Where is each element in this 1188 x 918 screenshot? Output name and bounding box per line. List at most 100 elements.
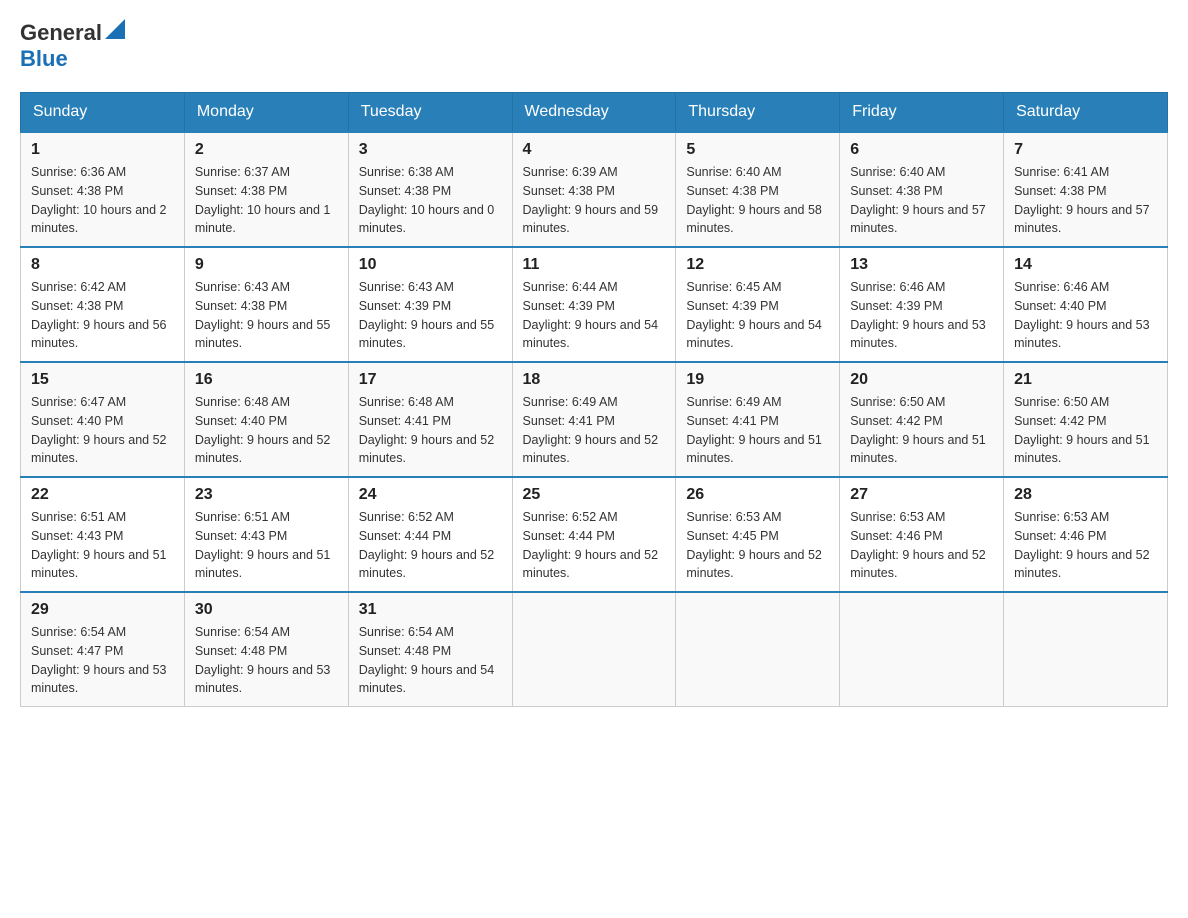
day-number: 11 <box>523 256 666 274</box>
day-number: 15 <box>31 371 174 389</box>
day-number: 25 <box>523 486 666 504</box>
calendar-week-row: 15 Sunrise: 6:47 AM Sunset: 4:40 PM Dayl… <box>21 362 1168 477</box>
day-number: 24 <box>359 486 502 504</box>
day-info: Sunrise: 6:49 AM Sunset: 4:41 PM Dayligh… <box>523 393 666 468</box>
day-number: 19 <box>686 371 829 389</box>
calendar-day-cell: 17 Sunrise: 6:48 AM Sunset: 4:41 PM Dayl… <box>348 362 512 477</box>
day-info: Sunrise: 6:40 AM Sunset: 4:38 PM Dayligh… <box>686 163 829 238</box>
calendar-day-cell: 20 Sunrise: 6:50 AM Sunset: 4:42 PM Dayl… <box>840 362 1004 477</box>
calendar-day-cell: 3 Sunrise: 6:38 AM Sunset: 4:38 PM Dayli… <box>348 132 512 247</box>
day-info: Sunrise: 6:52 AM Sunset: 4:44 PM Dayligh… <box>359 508 502 583</box>
day-number: 6 <box>850 141 993 159</box>
calendar-day-cell: 29 Sunrise: 6:54 AM Sunset: 4:47 PM Dayl… <box>21 592 185 707</box>
day-number: 29 <box>31 601 174 619</box>
day-info: Sunrise: 6:51 AM Sunset: 4:43 PM Dayligh… <box>31 508 174 583</box>
calendar-day-cell: 2 Sunrise: 6:37 AM Sunset: 4:38 PM Dayli… <box>184 132 348 247</box>
calendar-day-cell: 27 Sunrise: 6:53 AM Sunset: 4:46 PM Dayl… <box>840 477 1004 592</box>
day-info: Sunrise: 6:47 AM Sunset: 4:40 PM Dayligh… <box>31 393 174 468</box>
day-number: 5 <box>686 141 829 159</box>
weekday-header-tuesday: Tuesday <box>348 93 512 133</box>
day-number: 13 <box>850 256 993 274</box>
calendar-day-cell: 9 Sunrise: 6:43 AM Sunset: 4:38 PM Dayli… <box>184 247 348 362</box>
day-number: 20 <box>850 371 993 389</box>
day-number: 27 <box>850 486 993 504</box>
day-info: Sunrise: 6:36 AM Sunset: 4:38 PM Dayligh… <box>31 163 174 238</box>
calendar-week-row: 22 Sunrise: 6:51 AM Sunset: 4:43 PM Dayl… <box>21 477 1168 592</box>
calendar-week-row: 29 Sunrise: 6:54 AM Sunset: 4:47 PM Dayl… <box>21 592 1168 707</box>
calendar-day-cell: 25 Sunrise: 6:52 AM Sunset: 4:44 PM Dayl… <box>512 477 676 592</box>
calendar-day-cell: 24 Sunrise: 6:52 AM Sunset: 4:44 PM Dayl… <box>348 477 512 592</box>
day-info: Sunrise: 6:46 AM Sunset: 4:40 PM Dayligh… <box>1014 278 1157 353</box>
day-info: Sunrise: 6:43 AM Sunset: 4:39 PM Dayligh… <box>359 278 502 353</box>
page-header: General Blue <box>20 20 1168 72</box>
day-info: Sunrise: 6:53 AM Sunset: 4:46 PM Dayligh… <box>850 508 993 583</box>
calendar-day-cell: 21 Sunrise: 6:50 AM Sunset: 4:42 PM Dayl… <box>1004 362 1168 477</box>
weekday-header-thursday: Thursday <box>676 93 840 133</box>
day-number: 4 <box>523 141 666 159</box>
calendar-day-cell: 5 Sunrise: 6:40 AM Sunset: 4:38 PM Dayli… <box>676 132 840 247</box>
day-info: Sunrise: 6:37 AM Sunset: 4:38 PM Dayligh… <box>195 163 338 238</box>
day-number: 3 <box>359 141 502 159</box>
day-info: Sunrise: 6:54 AM Sunset: 4:48 PM Dayligh… <box>195 623 338 698</box>
calendar-day-cell <box>512 592 676 707</box>
day-number: 23 <box>195 486 338 504</box>
day-number: 9 <box>195 256 338 274</box>
day-info: Sunrise: 6:39 AM Sunset: 4:38 PM Dayligh… <box>523 163 666 238</box>
day-number: 31 <box>359 601 502 619</box>
calendar-day-cell: 31 Sunrise: 6:54 AM Sunset: 4:48 PM Dayl… <box>348 592 512 707</box>
logo-blue-text: Blue <box>20 46 68 71</box>
weekday-header-sunday: Sunday <box>21 93 185 133</box>
calendar-day-cell: 28 Sunrise: 6:53 AM Sunset: 4:46 PM Dayl… <box>1004 477 1168 592</box>
day-number: 1 <box>31 141 174 159</box>
weekday-header-monday: Monday <box>184 93 348 133</box>
day-info: Sunrise: 6:48 AM Sunset: 4:40 PM Dayligh… <box>195 393 338 468</box>
day-info: Sunrise: 6:54 AM Sunset: 4:47 PM Dayligh… <box>31 623 174 698</box>
calendar-day-cell: 23 Sunrise: 6:51 AM Sunset: 4:43 PM Dayl… <box>184 477 348 592</box>
calendar-day-cell: 7 Sunrise: 6:41 AM Sunset: 4:38 PM Dayli… <box>1004 132 1168 247</box>
calendar-day-cell <box>676 592 840 707</box>
day-number: 12 <box>686 256 829 274</box>
day-number: 7 <box>1014 141 1157 159</box>
day-info: Sunrise: 6:40 AM Sunset: 4:38 PM Dayligh… <box>850 163 993 238</box>
day-info: Sunrise: 6:43 AM Sunset: 4:38 PM Dayligh… <box>195 278 338 353</box>
calendar-day-cell: 12 Sunrise: 6:45 AM Sunset: 4:39 PM Dayl… <box>676 247 840 362</box>
day-number: 8 <box>31 256 174 274</box>
weekday-header-row: SundayMondayTuesdayWednesdayThursdayFrid… <box>21 93 1168 133</box>
day-number: 17 <box>359 371 502 389</box>
calendar-day-cell: 30 Sunrise: 6:54 AM Sunset: 4:48 PM Dayl… <box>184 592 348 707</box>
day-info: Sunrise: 6:53 AM Sunset: 4:45 PM Dayligh… <box>686 508 829 583</box>
day-info: Sunrise: 6:50 AM Sunset: 4:42 PM Dayligh… <box>1014 393 1157 468</box>
day-info: Sunrise: 6:41 AM Sunset: 4:38 PM Dayligh… <box>1014 163 1157 238</box>
logo-triangle-icon <box>105 19 125 39</box>
day-info: Sunrise: 6:46 AM Sunset: 4:39 PM Dayligh… <box>850 278 993 353</box>
calendar-table: SundayMondayTuesdayWednesdayThursdayFrid… <box>20 92 1168 707</box>
day-number: 28 <box>1014 486 1157 504</box>
calendar-day-cell: 1 Sunrise: 6:36 AM Sunset: 4:38 PM Dayli… <box>21 132 185 247</box>
day-info: Sunrise: 6:50 AM Sunset: 4:42 PM Dayligh… <box>850 393 993 468</box>
calendar-day-cell: 11 Sunrise: 6:44 AM Sunset: 4:39 PM Dayl… <box>512 247 676 362</box>
calendar-day-cell <box>1004 592 1168 707</box>
day-number: 26 <box>686 486 829 504</box>
day-number: 2 <box>195 141 338 159</box>
weekday-header-friday: Friday <box>840 93 1004 133</box>
calendar-day-cell <box>840 592 1004 707</box>
day-number: 10 <box>359 256 502 274</box>
day-number: 22 <box>31 486 174 504</box>
day-info: Sunrise: 6:52 AM Sunset: 4:44 PM Dayligh… <box>523 508 666 583</box>
calendar-day-cell: 15 Sunrise: 6:47 AM Sunset: 4:40 PM Dayl… <box>21 362 185 477</box>
day-info: Sunrise: 6:49 AM Sunset: 4:41 PM Dayligh… <box>686 393 829 468</box>
day-number: 21 <box>1014 371 1157 389</box>
day-info: Sunrise: 6:42 AM Sunset: 4:38 PM Dayligh… <box>31 278 174 353</box>
calendar-day-cell: 10 Sunrise: 6:43 AM Sunset: 4:39 PM Dayl… <box>348 247 512 362</box>
calendar-day-cell: 8 Sunrise: 6:42 AM Sunset: 4:38 PM Dayli… <box>21 247 185 362</box>
day-info: Sunrise: 6:51 AM Sunset: 4:43 PM Dayligh… <box>195 508 338 583</box>
calendar-day-cell: 13 Sunrise: 6:46 AM Sunset: 4:39 PM Dayl… <box>840 247 1004 362</box>
calendar-day-cell: 6 Sunrise: 6:40 AM Sunset: 4:38 PM Dayli… <box>840 132 1004 247</box>
weekday-header-wednesday: Wednesday <box>512 93 676 133</box>
day-number: 16 <box>195 371 338 389</box>
day-number: 14 <box>1014 256 1157 274</box>
day-info: Sunrise: 6:44 AM Sunset: 4:39 PM Dayligh… <box>523 278 666 353</box>
calendar-week-row: 1 Sunrise: 6:36 AM Sunset: 4:38 PM Dayli… <box>21 132 1168 247</box>
calendar-day-cell: 19 Sunrise: 6:49 AM Sunset: 4:41 PM Dayl… <box>676 362 840 477</box>
calendar-day-cell: 26 Sunrise: 6:53 AM Sunset: 4:45 PM Dayl… <box>676 477 840 592</box>
